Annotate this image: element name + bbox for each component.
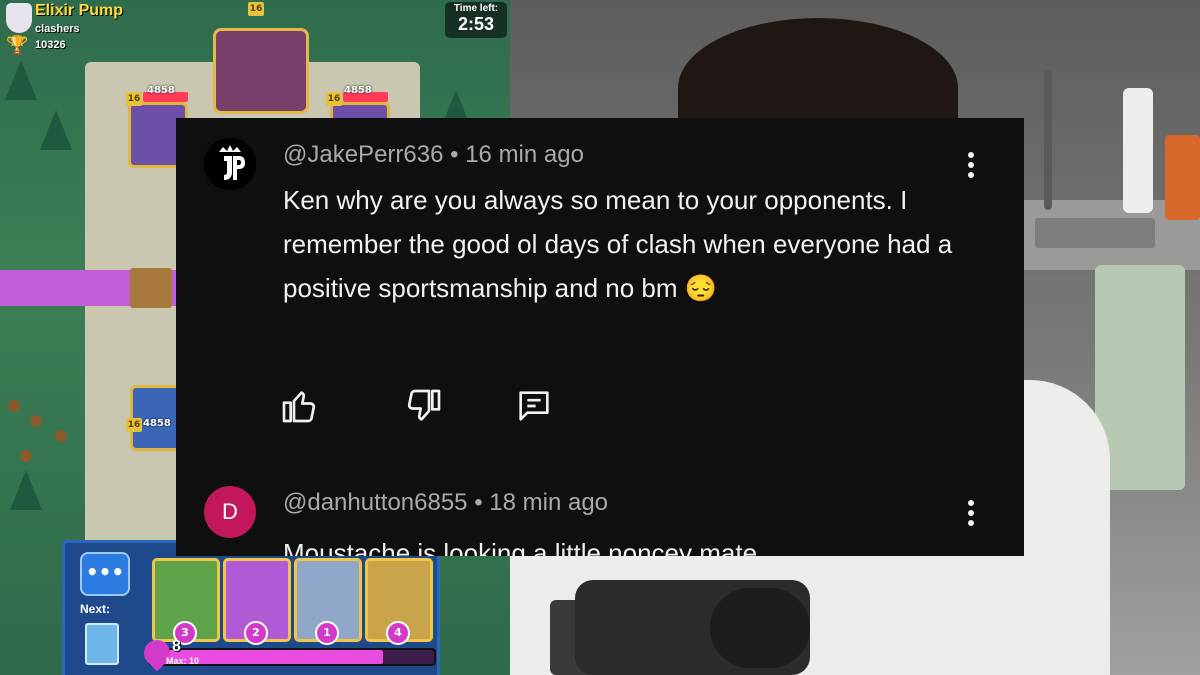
tree-stump	[20, 450, 32, 462]
tower-level-badge: 16	[326, 92, 342, 106]
time-left-value: 2:53	[457, 14, 495, 34]
faucet	[1044, 70, 1052, 210]
meta-separator: •	[443, 141, 466, 168]
elixir-count: 8	[172, 638, 181, 655]
more-options-button[interactable]	[966, 152, 976, 182]
trophy-count: 10326	[35, 39, 66, 51]
reply-button[interactable]	[514, 386, 554, 426]
tree	[40, 110, 72, 150]
more-icon	[968, 510, 974, 516]
dislike-button[interactable]	[404, 386, 444, 426]
comments-overlay: @JakePerr636 • 16 min ago Ken why are yo…	[176, 118, 1024, 556]
tree-stump	[8, 400, 20, 412]
clan-badge	[6, 3, 32, 33]
time-left-label: Time left:	[453, 3, 499, 14]
bridge-left	[130, 268, 172, 308]
tower-level-badge: 16	[126, 418, 142, 432]
enemy-king-tower	[213, 28, 309, 114]
thumbs-down-icon	[407, 389, 441, 421]
comment-author[interactable]: @JakePerr636	[283, 141, 443, 168]
card-cost-2: 2	[244, 621, 268, 645]
avatar[interactable]: D	[204, 486, 256, 538]
microphone-grille	[710, 588, 810, 668]
game-mode-title: Elixir Pump	[35, 2, 124, 19]
tower-health-value: 4858	[147, 85, 175, 96]
thumbs-up-icon	[282, 391, 316, 423]
next-card	[85, 623, 119, 665]
tower-level-badge: 16	[126, 92, 142, 106]
emote-button[interactable]: •••	[80, 552, 130, 596]
reply-icon	[519, 391, 549, 421]
tower-health-value: 4858	[143, 418, 171, 429]
soap-bottle	[1123, 88, 1153, 213]
comment-text-clip: Moustache is looking a little noncey mat…	[283, 531, 983, 556]
avatar[interactable]	[204, 138, 256, 190]
like-button[interactable]	[279, 386, 319, 426]
comment-meta: @danhutton6855 • 18 min ago	[283, 489, 608, 517]
comment-author[interactable]: @danhutton6855	[283, 489, 468, 516]
orange-bottle	[1165, 135, 1200, 220]
more-icon	[968, 162, 974, 168]
meta-separator: •	[467, 489, 490, 516]
more-icon	[968, 520, 974, 526]
card-cost-4: 4	[386, 621, 410, 645]
sink	[1035, 218, 1155, 248]
comment-meta: @JakePerr636 • 16 min ago	[283, 141, 584, 169]
tree-stump	[55, 430, 67, 442]
next-card-label: Next:	[80, 602, 111, 616]
tree-stump	[30, 415, 42, 427]
more-icon	[968, 152, 974, 158]
elixir-max-label: Max: 10	[166, 656, 200, 666]
trophy-icon: 🏆	[6, 35, 29, 56]
card-cost-3: 1	[315, 621, 339, 645]
more-options-button[interactable]	[966, 500, 976, 530]
comment-text: Moustache is looking a little noncey mat…	[283, 538, 758, 556]
comment-time[interactable]: 18 min ago	[489, 489, 608, 516]
more-icon	[968, 500, 974, 506]
tree	[5, 60, 37, 100]
time-left-box: Time left: 2:53	[445, 2, 507, 38]
more-icon	[968, 172, 974, 178]
comment-text: Ken why are you always so mean to your o…	[283, 185, 953, 303]
clan-name: clashers	[35, 23, 80, 35]
king-level-badge: 16	[248, 2, 264, 16]
tree	[10, 470, 42, 510]
jp-logo-icon	[204, 138, 256, 190]
tower-health-value: 4858	[344, 85, 372, 96]
comment-time[interactable]: 16 min ago	[465, 141, 584, 168]
